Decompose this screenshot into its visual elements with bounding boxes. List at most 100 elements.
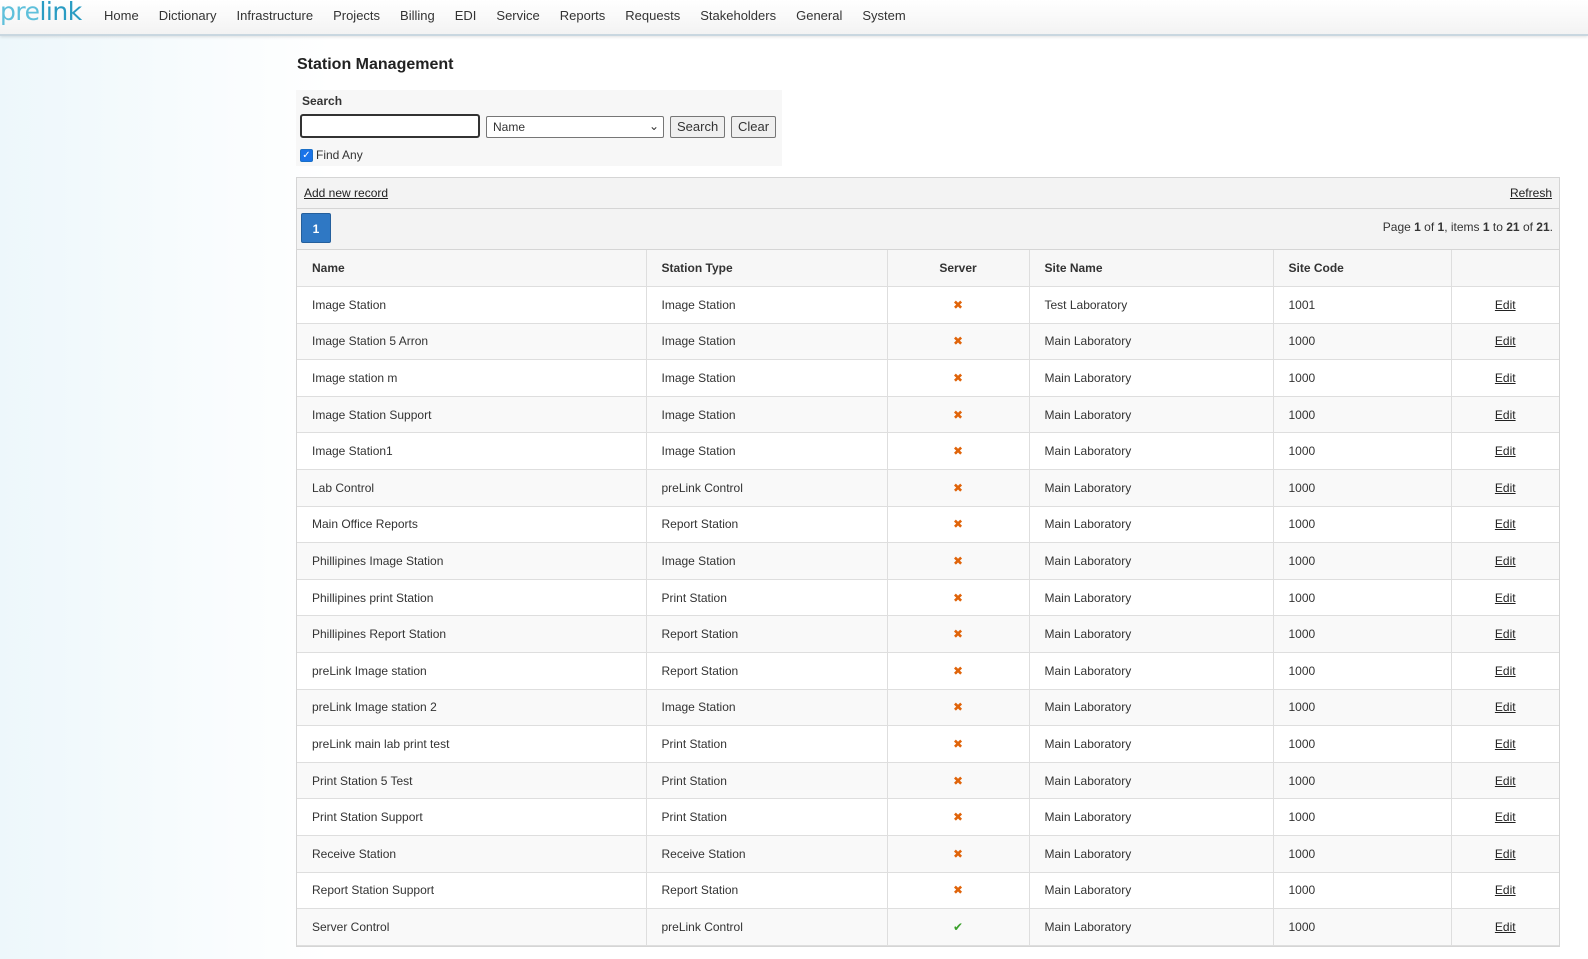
cell-site-code: 1000 [1273,615,1452,653]
table-row[interactable]: Image Station1 Image Station ✖ Main Laborat… [297,432,1559,470]
column-header-name[interactable]: Name [297,250,647,287]
cell-server: ✖ [887,689,1030,727]
cell-server: ✖ [887,506,1030,544]
nav-item-stakeholders[interactable]: Stakeholders [690,0,786,34]
edit-link[interactable]: Edit [1495,664,1516,678]
cell-server: ✖ [887,615,1030,653]
page-title: Station Management [297,56,454,73]
table-row[interactable]: preLink Image station Report Station ✖ Main… [297,652,1559,690]
search-input[interactable] [300,114,480,138]
table-row[interactable]: preLink Image station 2 Image Station ✖ Mai… [297,689,1559,727]
cell-site-code: 1000 [1273,652,1452,690]
cell-actions: Edit [1451,579,1559,617]
table-row[interactable]: Lab Control preLink Control ✖ Main Laborato… [297,469,1559,507]
cell-actions: Edit [1451,469,1559,507]
edit-link[interactable]: Edit [1495,591,1516,605]
table-row[interactable]: Image Station 5 Arron Image Station ✖ Main … [297,323,1559,361]
add-new-record-link[interactable]: Add new record [304,186,388,200]
cell-site-code: 1000 [1273,762,1452,800]
nav-item-home[interactable]: Home [94,0,149,34]
table-row[interactable]: Phillipines print Station Print Station ✖ M… [297,579,1559,617]
cell-server: ✖ [887,725,1030,763]
edit-link[interactable]: Edit [1495,847,1516,861]
cell-name: Phillipines Image Station [297,542,647,580]
table-row[interactable]: Server Control preLink Control ✔ Main Labor… [297,908,1559,946]
edit-link[interactable]: Edit [1495,371,1516,385]
nav-item-dictionary[interactable]: Dictionary [149,0,227,34]
search-button[interactable]: Search [670,116,726,138]
find-any-option[interactable]: ✓ Find Any [300,148,363,162]
table-row[interactable]: Report Station Support Report Station ✖ Mai… [297,872,1559,910]
edit-link[interactable]: Edit [1495,774,1516,788]
cell-station-type: Receive Station [646,835,888,873]
cell-site-name: Main Laboratory [1029,652,1274,690]
logo-text-link: link [39,0,82,26]
cell-name: Image Station Support [297,396,647,434]
table-row[interactable]: Receive Station Receive Station ✖ Main Labo… [297,835,1559,873]
cell-site-name: Main Laboratory [1029,506,1274,544]
table-header-row: Name Station Type Server Site Name Site … [297,250,1559,287]
edit-link[interactable]: Edit [1495,334,1516,348]
cell-station-type: preLink Control [646,908,888,946]
table-row[interactable]: Image station m Image Station ✖ Main Labora… [297,359,1559,397]
nav-item-general[interactable]: General [786,0,852,34]
table-row[interactable]: Print Station 5 Test Print Station ✖ Main L… [297,762,1559,800]
cell-station-type: Report Station [646,652,888,690]
nav-item-system[interactable]: System [852,0,915,34]
table-row[interactable]: Image Station Image Station ✖ Test Laborato… [297,286,1559,324]
prelink-logo[interactable]: prelink [0,0,82,31]
edit-link[interactable]: Edit [1495,481,1516,495]
cell-site-code: 1000 [1273,469,1452,507]
edit-link[interactable]: Edit [1495,554,1516,568]
nav-item-projects[interactable]: Projects [323,0,390,34]
column-header-server[interactable]: Server [887,250,1030,287]
x-icon: ✖ [952,663,964,678]
cell-station-type: Print Station [646,579,888,617]
cell-actions: Edit [1451,798,1559,836]
table-row[interactable]: preLink main lab print test Print Station… [297,725,1559,763]
cell-site-code: 1000 [1273,506,1452,544]
edit-link[interactable]: Edit [1495,517,1516,531]
edit-link[interactable]: Edit [1495,408,1516,422]
column-header-site-code[interactable]: Site Code [1273,250,1452,287]
cell-actions: Edit [1451,542,1559,580]
nav-item-service[interactable]: Service [486,0,549,34]
search-field-select[interactable]: Name ⌄ [486,116,664,138]
cell-site-code: 1000 [1273,432,1452,470]
cell-server: ✖ [887,469,1030,507]
edit-link[interactable]: Edit [1495,700,1516,714]
cell-site-name: Main Laboratory [1029,469,1274,507]
nav-item-edi[interactable]: EDI [445,0,487,34]
nav-item-reports[interactable]: Reports [550,0,616,34]
cell-actions: Edit [1451,762,1559,800]
nav-item-infrastructure[interactable]: Infrastructure [226,0,323,34]
page-1-button[interactable]: 1 [301,213,331,243]
edit-link[interactable]: Edit [1495,444,1516,458]
nav-item-requests[interactable]: Requests [615,0,690,34]
nav-item-billing[interactable]: Billing [390,0,445,34]
cell-site-code: 1000 [1273,579,1452,617]
clear-button[interactable]: Clear [731,116,777,138]
find-any-checkbox[interactable]: ✓ [300,148,313,162]
table-row[interactable]: Image Station Support Image Station ✖ Main … [297,396,1559,434]
table-row[interactable]: Main Office Reports Report Station ✖ Main L… [297,506,1559,544]
cell-name: Report Station Support [297,872,647,910]
refresh-link[interactable]: Refresh [1510,186,1552,200]
cell-site-name: Main Laboratory [1029,725,1274,763]
cell-server: ✖ [887,286,1030,324]
column-header-site-name[interactable]: Site Name [1029,250,1274,287]
edit-link[interactable]: Edit [1495,298,1516,312]
cell-server: ✖ [887,579,1030,617]
table-row[interactable]: Phillipines Image Station Image Station ✖ M… [297,542,1559,580]
cell-name: preLink Image station 2 [297,689,647,727]
table-row[interactable]: Print Station Support Print Station ✖ Main … [297,798,1559,836]
column-header-station-type[interactable]: Station Type [646,250,888,287]
edit-link[interactable]: Edit [1495,627,1516,641]
x-icon: ✖ [952,334,964,349]
edit-link[interactable]: Edit [1495,737,1516,751]
cell-station-type: Image Station [646,359,888,397]
edit-link[interactable]: Edit [1495,920,1516,934]
table-row[interactable]: Phillipines Report Station Report Station… [297,615,1559,653]
edit-link[interactable]: Edit [1495,883,1516,897]
edit-link[interactable]: Edit [1495,810,1516,824]
